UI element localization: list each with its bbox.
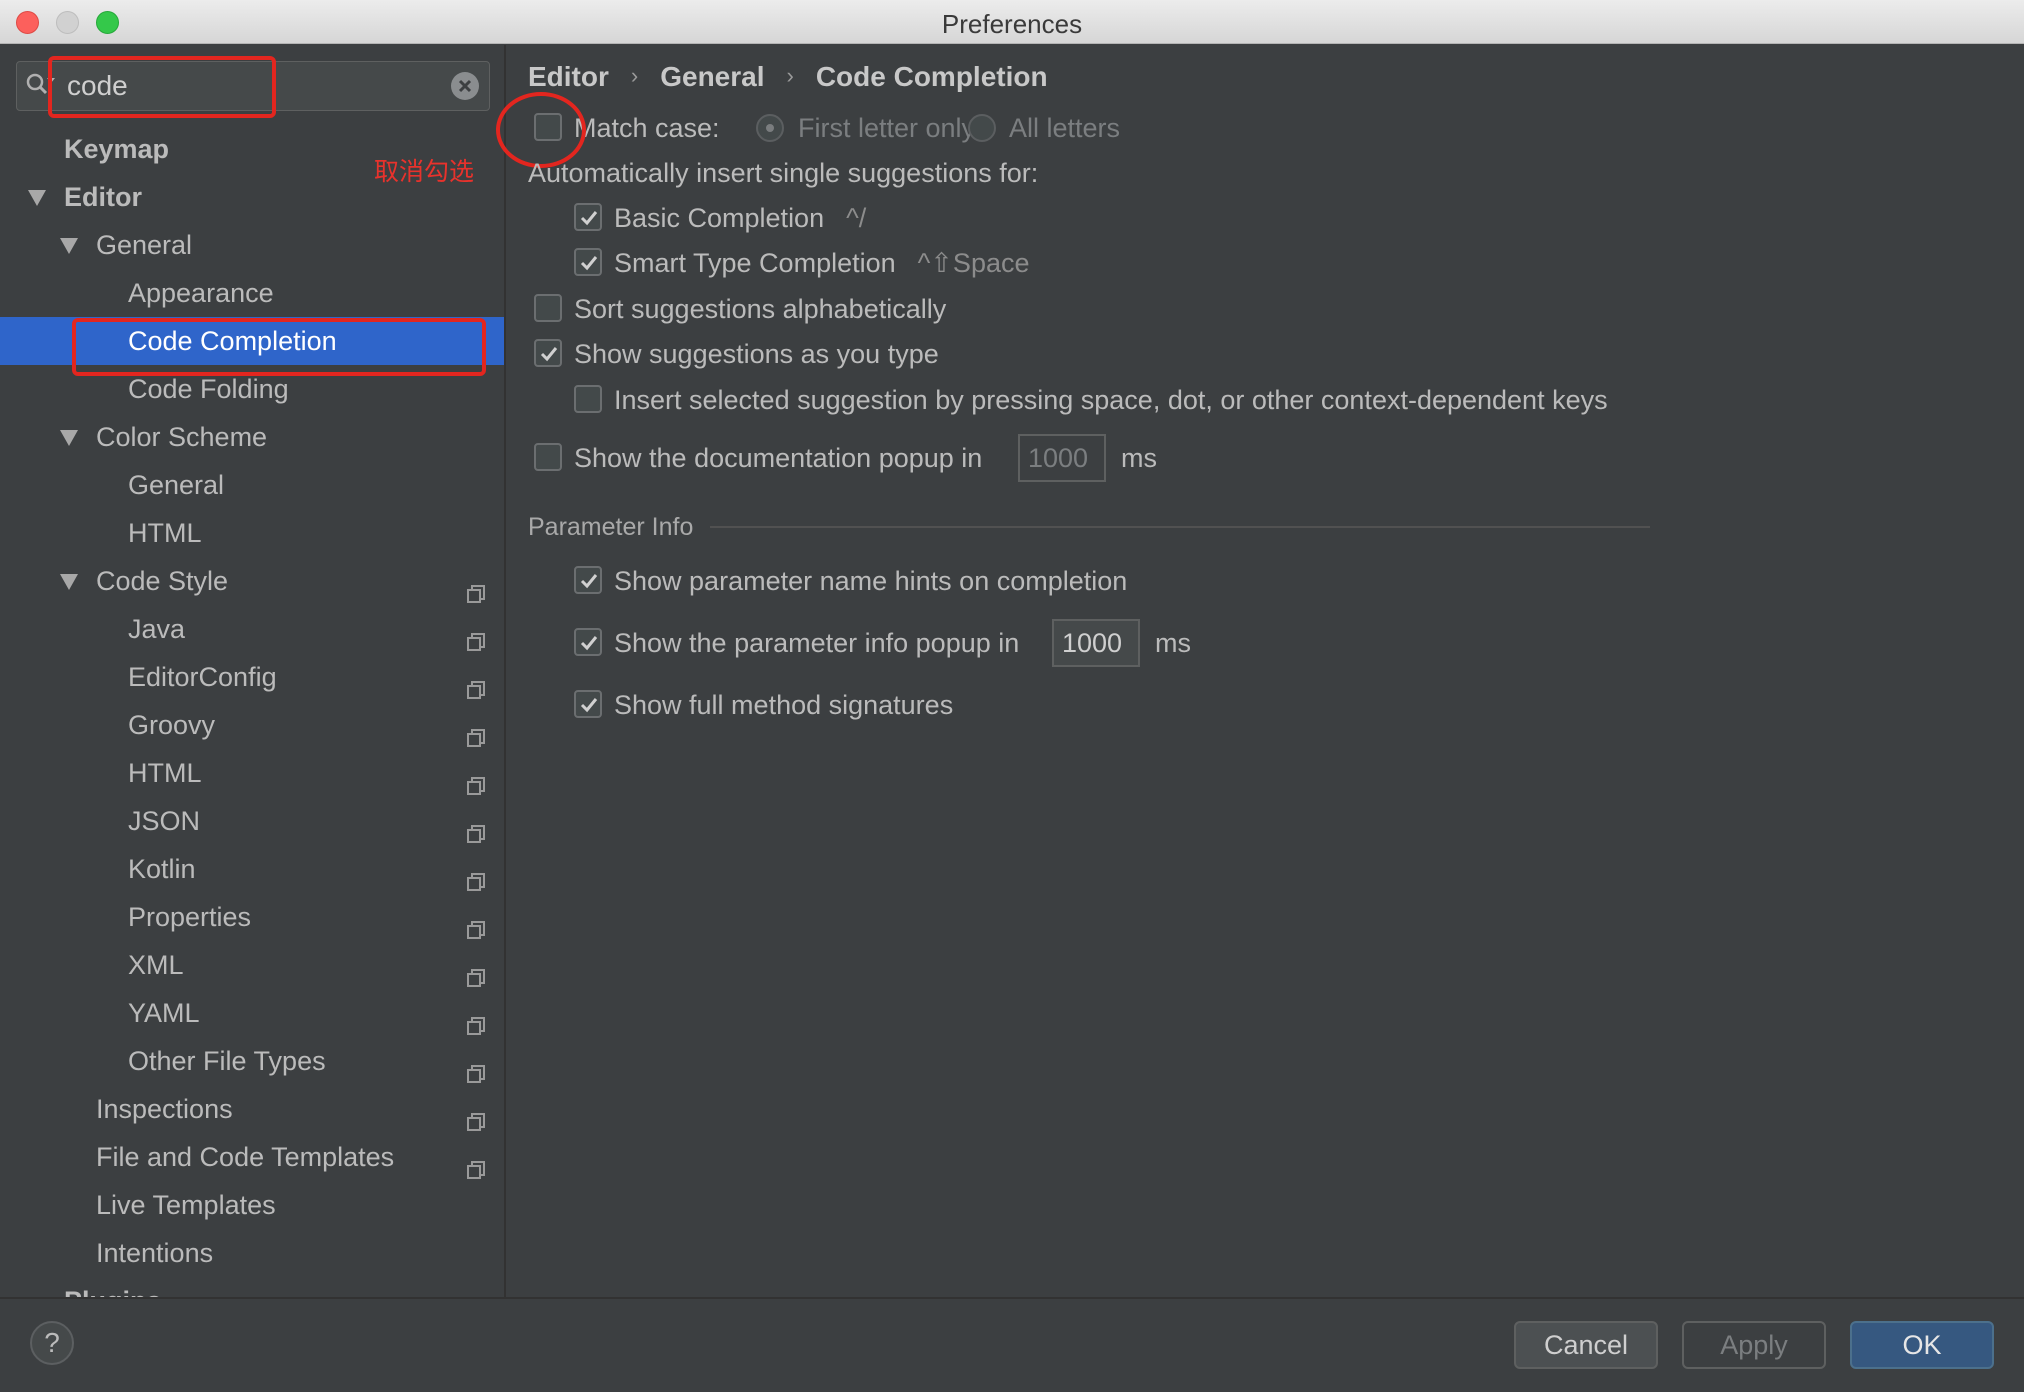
expand-arrow-icon[interactable] (60, 430, 78, 446)
project-settings-icon (466, 1099, 486, 1131)
project-settings-icon (466, 1003, 486, 1035)
project-settings-icon (466, 1147, 486, 1179)
sort-alpha-label: Sort suggestions alphabetically (574, 294, 947, 324)
project-settings-icon (466, 667, 486, 699)
all-letters-radio[interactable] (968, 114, 996, 142)
tree-item-color-scheme-html[interactable]: HTML (0, 509, 504, 557)
expand-arrow-icon[interactable] (60, 238, 78, 254)
insert-selected-checkbox[interactable] (574, 385, 602, 413)
ok-button[interactable]: OK (1850, 1321, 1994, 1369)
basic-completion-shortcut: ^/ (846, 203, 867, 233)
name-hints-label: Show parameter name hints on completion (614, 566, 1128, 596)
tree-item-file-and-code-templates[interactable]: File and Code Templates (0, 1133, 504, 1181)
expand-arrow-icon[interactable] (28, 190, 46, 206)
sort-alpha-checkbox[interactable] (534, 294, 562, 322)
doc-popup-delay-input[interactable]: 1000 (1018, 434, 1106, 482)
info-popup-checkbox[interactable] (574, 628, 602, 656)
name-hints-checkbox[interactable] (574, 566, 602, 594)
breadcrumb: Editor › General › Code Completion (528, 61, 1048, 93)
project-settings-icon (466, 811, 486, 843)
tree-item-general[interactable]: General (0, 221, 504, 269)
project-settings-icon (466, 715, 486, 747)
doc-popup-checkbox[interactable] (534, 443, 562, 471)
smart-type-completion-checkbox[interactable] (574, 248, 602, 276)
match-case-row: Match case: First letter only All letter… (534, 110, 1234, 146)
tree-item-inspections[interactable]: Inspections (0, 1085, 504, 1133)
tree-item-plugins[interactable]: Plugins (0, 1277, 504, 1297)
window-title: Preferences (941, 9, 1083, 39)
tree-item-live-templates[interactable]: Live Templates (0, 1181, 504, 1229)
full-signatures-label: Show full method signatures (614, 690, 954, 720)
first-letter-only-label: First letter only (798, 113, 976, 143)
expand-arrow-icon[interactable] (60, 574, 78, 590)
tree-item-appearance[interactable]: Appearance (0, 269, 504, 317)
tree-item-intentions[interactable]: Intentions (0, 1229, 504, 1277)
tree-item-color-scheme-general[interactable]: General (0, 461, 504, 509)
help-button[interactable]: ? (30, 1321, 74, 1365)
clear-search-icon[interactable] (451, 72, 479, 100)
breadcrumb-item: Editor (528, 61, 609, 92)
tree-item-color-scheme[interactable]: Color Scheme (0, 413, 504, 461)
match-case-label: Match case: (574, 113, 720, 143)
doc-popup-unit: ms (1121, 443, 1157, 473)
chevron-right-icon: › (786, 63, 794, 88)
annotation-highlight-search (48, 56, 276, 118)
smart-type-completion-shortcut: ^⇧Space (917, 248, 1030, 278)
tree-item-code-style[interactable]: Code Style (0, 557, 504, 605)
all-letters-label: All letters (1009, 113, 1121, 143)
tree-item-xml[interactable]: XML (0, 941, 504, 989)
smart-type-completion-label: Smart Type Completion (614, 248, 896, 278)
tree-item-java[interactable]: Java (0, 605, 504, 653)
title-bar: Preferences (0, 0, 2024, 44)
cancel-button[interactable]: Cancel (1514, 1321, 1658, 1369)
tree-item-kotlin[interactable]: Kotlin (0, 845, 504, 893)
basic-completion-label: Basic Completion (614, 203, 825, 233)
tree-item-editorconfig[interactable]: EditorConfig (0, 653, 504, 701)
tree-item-groovy[interactable]: Groovy (0, 701, 504, 749)
tree-item-json[interactable]: JSON (0, 797, 504, 845)
section-divider (710, 526, 1650, 528)
tree-item-yaml[interactable]: YAML (0, 989, 504, 1037)
apply-button[interactable]: Apply (1682, 1321, 1826, 1369)
annotation-highlight-code-completion (72, 318, 486, 376)
info-popup-delay-input[interactable]: 1000 (1052, 619, 1140, 667)
auto-insert-header: Automatically insert single suggestions … (528, 158, 1039, 188)
project-settings-icon (466, 763, 486, 795)
project-settings-icon (466, 619, 486, 651)
doc-popup-label: Show the documentation popup in (574, 443, 983, 473)
project-settings-icon (466, 907, 486, 939)
project-settings-icon (466, 571, 486, 603)
parameter-info-title: Parameter Info (528, 513, 694, 541)
settings-sidebar: Keymap Editor General Appearance Code Co… (0, 45, 506, 1297)
show-as-you-type-checkbox[interactable] (534, 339, 562, 367)
tree-item-properties[interactable]: Properties (0, 893, 504, 941)
dialog-footer: ? Cancel Apply OK (0, 1297, 2024, 1392)
tree-item-other-file-types[interactable]: Other File Types (0, 1037, 504, 1085)
breadcrumb-item: General (660, 61, 765, 92)
project-settings-icon (466, 859, 486, 891)
tree-item-code-style-html[interactable]: HTML (0, 749, 504, 797)
chevron-right-icon: › (630, 63, 639, 88)
show-as-you-type-label: Show suggestions as you type (574, 339, 939, 369)
insert-selected-label: Insert selected suggestion by pressing s… (614, 385, 1608, 415)
info-popup-label: Show the parameter info popup in (614, 628, 1020, 658)
full-signatures-checkbox[interactable] (574, 690, 602, 718)
annotation-text: 取消勾选 (374, 157, 475, 186)
first-letter-only-radio[interactable] (756, 114, 784, 142)
settings-content: Editor › General › Code Completion Match cas… (496, 45, 2024, 1297)
info-popup-unit: ms (1155, 628, 1191, 658)
basic-completion-checkbox[interactable] (574, 203, 602, 231)
project-settings-icon (466, 1051, 486, 1083)
breadcrumb-item: Code Completion (815, 61, 1048, 92)
project-settings-icon (466, 955, 486, 987)
